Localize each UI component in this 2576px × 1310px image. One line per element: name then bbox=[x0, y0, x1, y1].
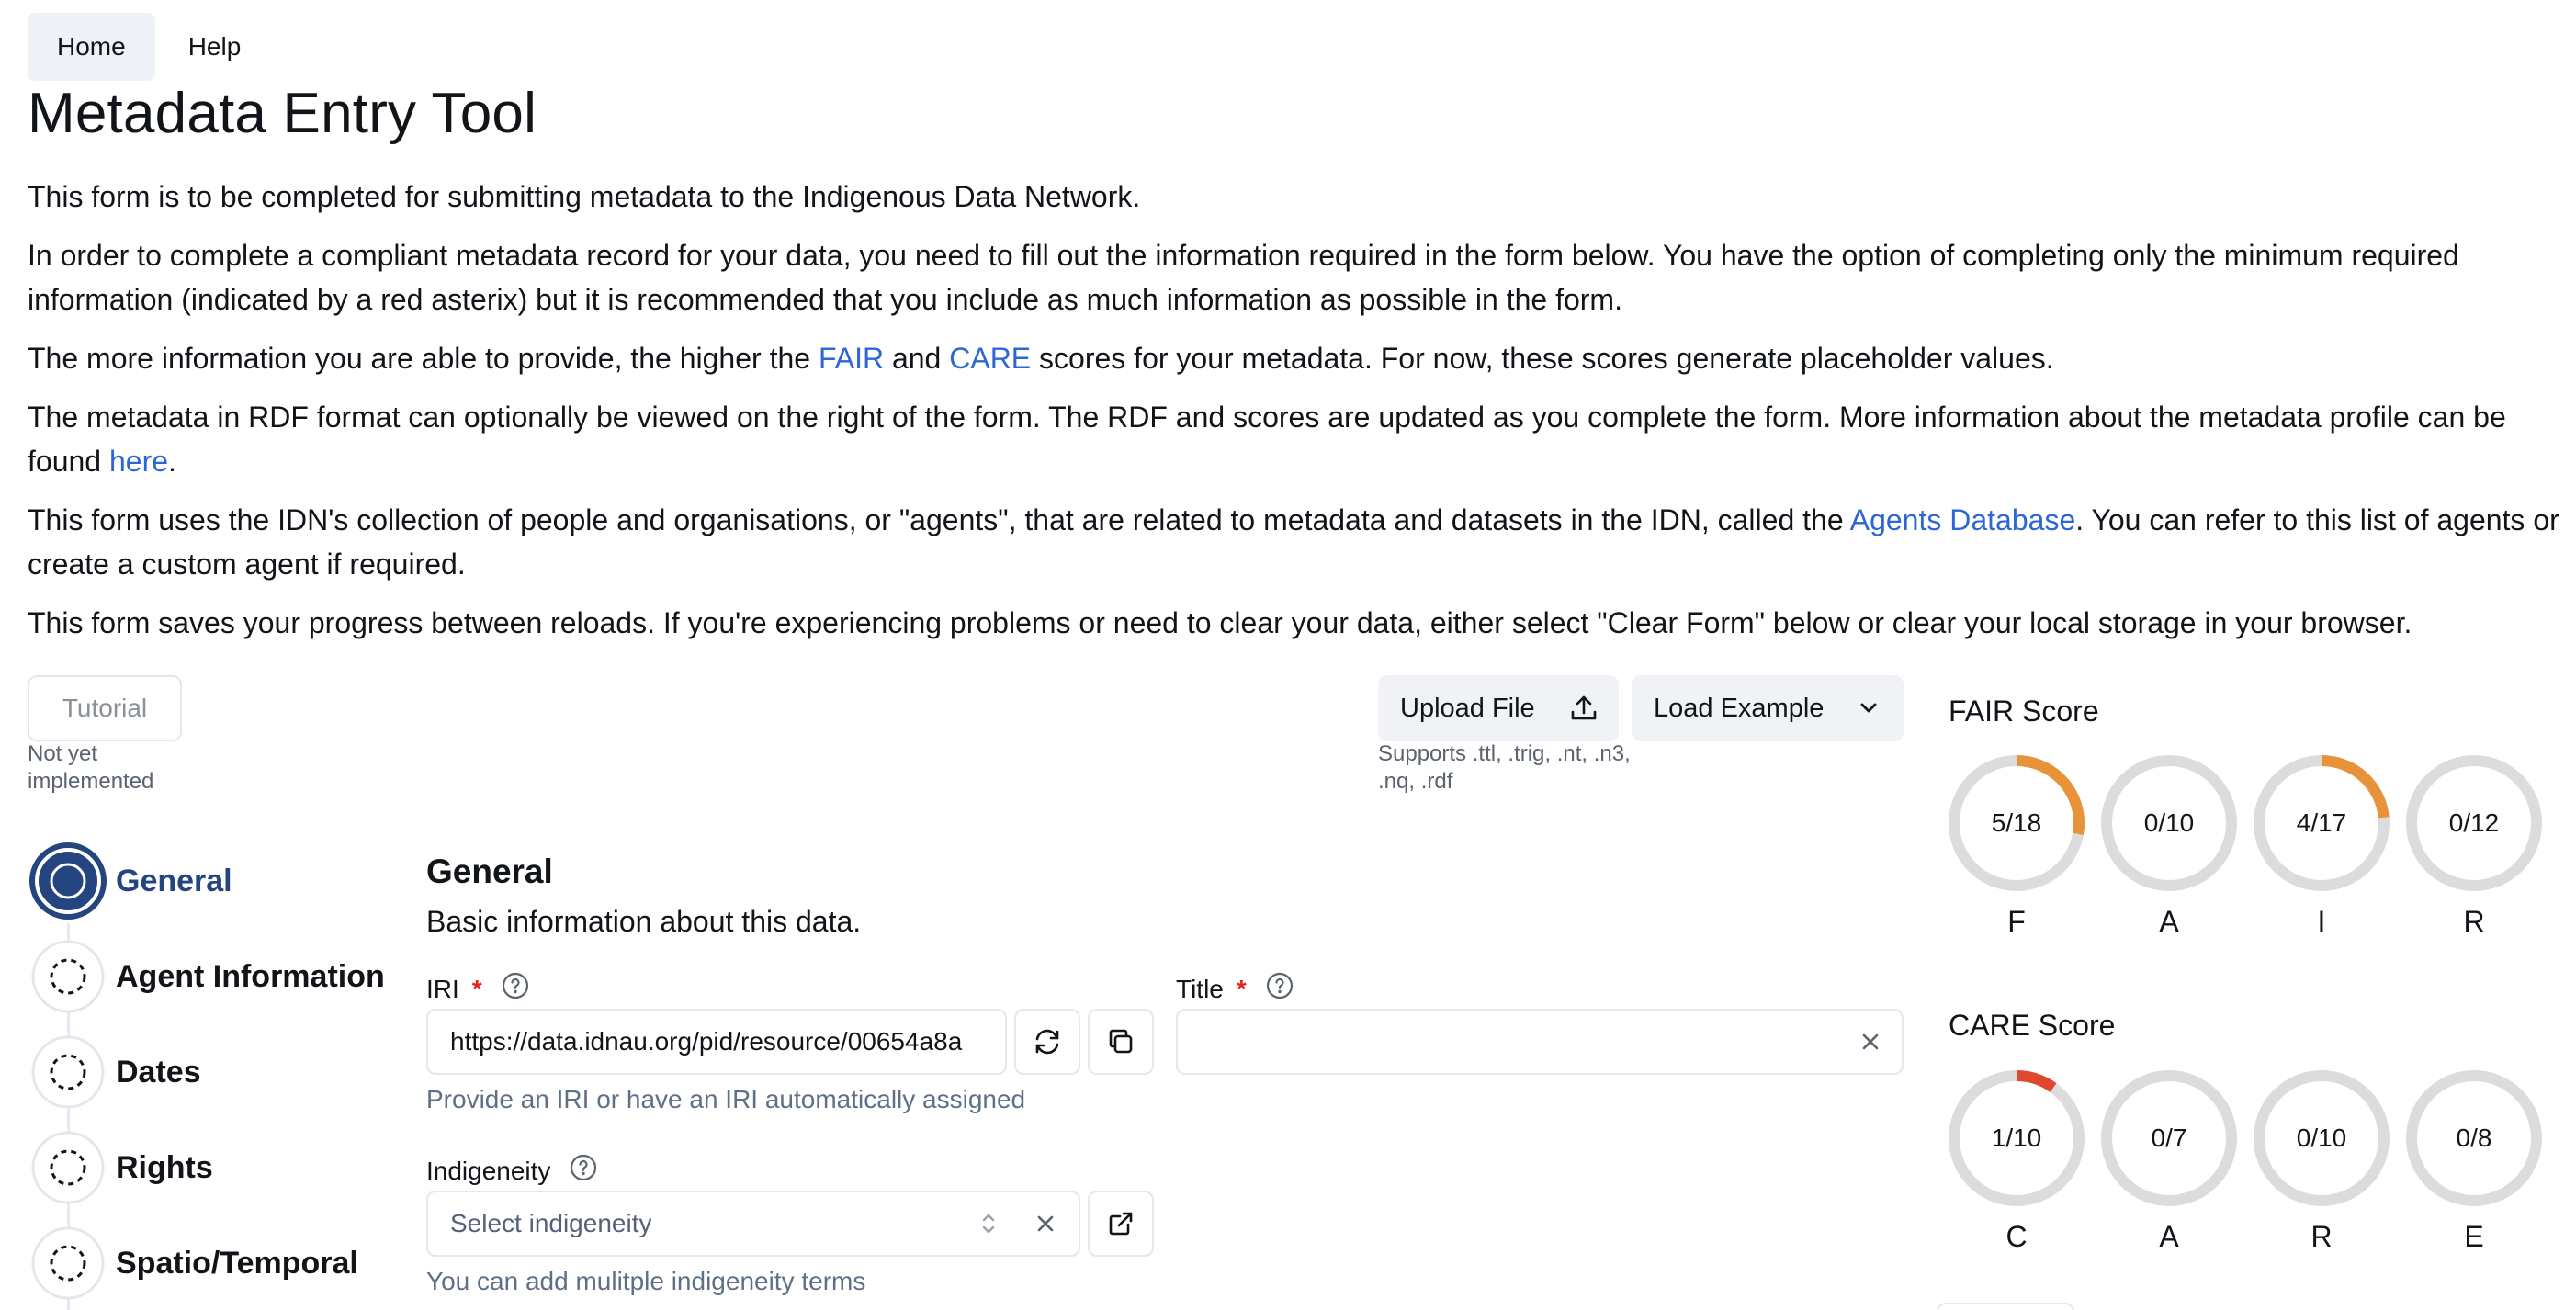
gauge-letter: C bbox=[2005, 1220, 2028, 1253]
fair-link[interactable]: FAIR bbox=[819, 342, 884, 375]
fair-gauge-f: 5/18 F bbox=[1947, 753, 2086, 938]
step-dates[interactable]: Dates bbox=[28, 1032, 201, 1112]
gauge-value: 0/12 bbox=[2448, 808, 2500, 837]
text: This form uses the IDN's collection of p… bbox=[28, 503, 1850, 536]
step-pending-icon bbox=[28, 1223, 108, 1304]
help-icon[interactable] bbox=[569, 1153, 598, 1189]
intro-paragraph: The more information you are able to pro… bbox=[28, 336, 2563, 380]
care-gauge-e: 0/8 E bbox=[2404, 1068, 2544, 1253]
gauge-letter: R bbox=[2463, 905, 2485, 938]
chevron-down-icon bbox=[1854, 694, 1883, 730]
external-link-icon bbox=[1109, 1212, 1133, 1236]
iri-label-text: IRI bbox=[426, 974, 459, 1003]
gauge-value: 0/7 bbox=[2151, 1124, 2187, 1152]
step-rights[interactable]: Rights bbox=[28, 1127, 213, 1208]
step-label: Agent Information bbox=[116, 958, 385, 994]
gauge-letter: I bbox=[2317, 905, 2326, 938]
upload-support-note: Supports .ttl, .trig, .nt, .n3, .nq, .rd… bbox=[1378, 741, 1631, 794]
indigeneity-label: Indigeneity bbox=[426, 1153, 598, 1189]
section-description: Basic information about this data. bbox=[426, 905, 862, 938]
agents-database-link[interactable]: Agents Database bbox=[1850, 503, 2076, 536]
text: . bbox=[168, 445, 176, 478]
step-spatio-temporal[interactable]: Spatio/Temporal bbox=[28, 1223, 358, 1304]
care-gauge-c: 1/10 C bbox=[1947, 1068, 2086, 1253]
care-gauge-r: 0/10 R bbox=[2252, 1068, 2391, 1253]
title-label: Title * bbox=[1176, 971, 1294, 1007]
step-label: Rights bbox=[116, 1149, 213, 1185]
intro-paragraph: The metadata in RDF format can optionall… bbox=[28, 395, 2563, 483]
tutorial-button[interactable]: Tutorial bbox=[28, 675, 182, 741]
gauge-value: 5/18 bbox=[1991, 808, 2042, 837]
section-title: General bbox=[426, 853, 553, 890]
gauge-letter: R bbox=[2310, 1220, 2333, 1253]
fair-score-title: FAIR Score bbox=[1949, 695, 2099, 728]
profile-here-link[interactable]: here bbox=[109, 445, 168, 478]
upload-file-button[interactable]: Upload File bbox=[1378, 675, 1619, 741]
step-label: Spatio/Temporal bbox=[116, 1245, 358, 1281]
fair-gauge-r: 0/12 R bbox=[2404, 753, 2544, 938]
upload-file-label: Upload File bbox=[1400, 693, 1535, 723]
page-title: Metadata Entry Tool bbox=[28, 82, 537, 145]
gauge-letter: E bbox=[2464, 1220, 2484, 1253]
step-pending-icon bbox=[28, 1127, 108, 1208]
text: scores for your metadata. For now, these… bbox=[1031, 342, 2054, 375]
care-score-title: CARE Score bbox=[1949, 1009, 2116, 1042]
nav-tab-help[interactable]: Help bbox=[159, 13, 271, 81]
intro-paragraph: This form saves your progress between re… bbox=[28, 606, 2412, 639]
text: The metadata in RDF format can optionall… bbox=[28, 401, 2506, 478]
load-example-button[interactable]: Load Example bbox=[1632, 675, 1904, 741]
gauge-value: 0/10 bbox=[2296, 1124, 2347, 1152]
step-active-icon bbox=[28, 841, 108, 921]
iri-label: IRI * bbox=[426, 971, 530, 1007]
fair-gauge-a: 0/10 A bbox=[2099, 753, 2239, 938]
fair-gauge-i: 4/17 I bbox=[2252, 753, 2391, 938]
iri-hint: Provide an IRI or have an IRI automatica… bbox=[426, 1085, 1026, 1113]
nav-tab-home[interactable]: Home bbox=[28, 13, 155, 81]
gauge-value: 4/17 bbox=[2296, 808, 2347, 837]
intro-paragraph: This form is to be completed for submitt… bbox=[28, 180, 1141, 213]
indigeneity-hint: You can add mulitple indigeneity terms bbox=[426, 1267, 866, 1295]
gauge-letter: F bbox=[2007, 905, 2026, 938]
gauge-value: 0/10 bbox=[2143, 808, 2195, 837]
title-label-text: Title bbox=[1176, 974, 1224, 1003]
help-icon[interactable] bbox=[1265, 971, 1294, 1007]
help-icon[interactable] bbox=[501, 971, 530, 1007]
iri-input[interactable]: https://data.idnau.org/pid/resource/0065… bbox=[426, 1009, 1007, 1075]
step-agent-information[interactable]: Agent Information bbox=[28, 936, 385, 1017]
text: The more information you are able to pro… bbox=[28, 342, 819, 375]
step-label: General bbox=[116, 863, 232, 898]
copy-icon bbox=[1109, 1029, 1133, 1054]
chevron-up-down-icon[interactable] bbox=[974, 1209, 1003, 1238]
step-pending-icon bbox=[28, 1032, 108, 1112]
refresh-icon bbox=[1035, 1029, 1059, 1055]
tutorial-note: Not yet implemented bbox=[28, 741, 154, 794]
gauge-value: 0/8 bbox=[2456, 1124, 2492, 1152]
intro-paragraph: In order to complete a compliant metadat… bbox=[28, 239, 2459, 316]
required-marker: * bbox=[471, 974, 482, 1003]
rdf-toggle-button[interactable] bbox=[1937, 1303, 2074, 1310]
upload-icon bbox=[1569, 694, 1599, 730]
step-label: Dates bbox=[116, 1054, 201, 1090]
intro-text: This form is to be completed for submitt… bbox=[28, 175, 2563, 660]
text: and bbox=[884, 342, 950, 375]
clear-title-icon[interactable] bbox=[1856, 1027, 1885, 1056]
top-nav: Home Help bbox=[28, 13, 270, 81]
care-gauge-a: 0/7 A bbox=[2099, 1068, 2239, 1253]
step-general[interactable]: General bbox=[28, 841, 232, 921]
gauge-value: 1/10 bbox=[1991, 1124, 2042, 1152]
gauge-letter: A bbox=[2159, 1220, 2179, 1253]
open-indigeneity-vocab-button[interactable] bbox=[1088, 1191, 1154, 1257]
indigeneity-label-text: Indigeneity bbox=[426, 1156, 551, 1185]
required-marker: * bbox=[1236, 974, 1247, 1003]
copy-iri-button[interactable] bbox=[1088, 1009, 1154, 1075]
step-pending-icon bbox=[28, 936, 108, 1017]
intro-paragraph: This form uses the IDN's collection of p… bbox=[28, 498, 2563, 586]
gauge-letter: A bbox=[2159, 905, 2179, 938]
clear-indigeneity-icon[interactable] bbox=[1031, 1209, 1060, 1238]
load-example-label: Load Example bbox=[1654, 693, 1825, 723]
title-input[interactable] bbox=[1176, 1009, 1904, 1075]
regenerate-iri-button[interactable] bbox=[1014, 1009, 1080, 1075]
care-link[interactable]: CARE bbox=[949, 342, 1031, 375]
